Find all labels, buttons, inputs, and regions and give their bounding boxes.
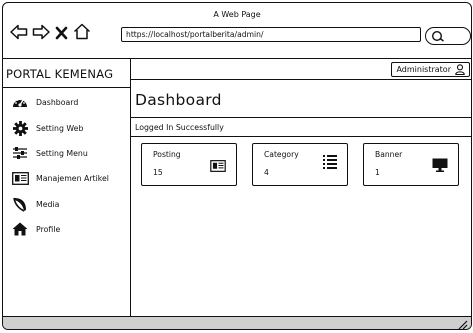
leaf-icon [11,196,29,212]
home-icon[interactable] [73,23,91,44]
stat-card-posting[interactable]: Posting 15 [141,143,237,186]
sliders-icon [11,145,29,161]
sidebar-item-label: Dashboard [36,97,79,107]
browser-search-button[interactable] [425,27,471,45]
back-arrow-icon[interactable] [10,24,28,44]
page-title: Dashboard [135,91,222,109]
card-label: Category [264,150,299,159]
sidebar-item-manajemen-artikel[interactable]: Manajemen Artikel [11,169,129,187]
newspaper-icon [210,157,226,176]
alert-message: Logged In Successfully [135,123,224,132]
user-icon [455,64,465,75]
card-value: 1 [375,168,380,177]
home-icon [11,221,29,237]
title-divider [131,117,471,118]
sidebar-item-label: Manajemen Artikel [36,173,109,183]
sidebar-divider [3,87,131,88]
sidebar-item-setting-web[interactable]: Setting Web [11,119,129,137]
newspaper-icon [11,170,29,186]
close-x-icon[interactable] [55,25,68,44]
card-label: Posting [153,150,181,159]
forward-arrow-icon[interactable] [32,24,50,44]
sidebar: PORTAL KEMENAG Dashboard Setting Web Set… [3,58,131,316]
card-label: Banner [375,150,403,159]
sidebar-item-label: Profile [36,224,61,234]
list-icon [323,154,337,174]
search-icon [431,30,444,42]
sidebar-item-label: Setting Web [36,123,84,133]
user-menu-button[interactable]: Administrator [391,62,470,77]
user-menu-label: Administrator [396,65,451,74]
url-bar[interactable]: https://localhost/portalberita/admin/ [121,27,421,42]
sidebar-item-dashboard[interactable]: Dashboard [11,93,129,111]
dashboard-gauge-icon [11,94,29,110]
card-value: 15 [153,168,163,177]
sidebar-item-setting-menu[interactable]: Setting Menu [11,144,129,162]
top-bar: Administrator [131,58,471,80]
card-value: 4 [264,168,269,177]
stat-card-category[interactable]: Category 4 [252,143,348,186]
monitor-icon [432,157,448,176]
browser-window: A Web Page https://localhost/portalberit… [2,2,472,330]
status-bar [3,316,471,330]
sidebar-item-label: Media [36,199,60,209]
window-title: A Web Page [213,10,261,19]
sidebar-item-label: Setting Menu [36,148,88,158]
stat-card-banner[interactable]: Banner 1 [363,143,459,186]
alert-divider [131,136,471,137]
resize-handle-icon[interactable] [458,320,468,330]
gear-icon [11,120,29,136]
sidebar-brand-title: PORTAL KEMENAG [6,67,114,81]
sidebar-item-profile[interactable]: Profile [11,220,129,238]
sidebar-item-media[interactable]: Media [11,195,129,213]
